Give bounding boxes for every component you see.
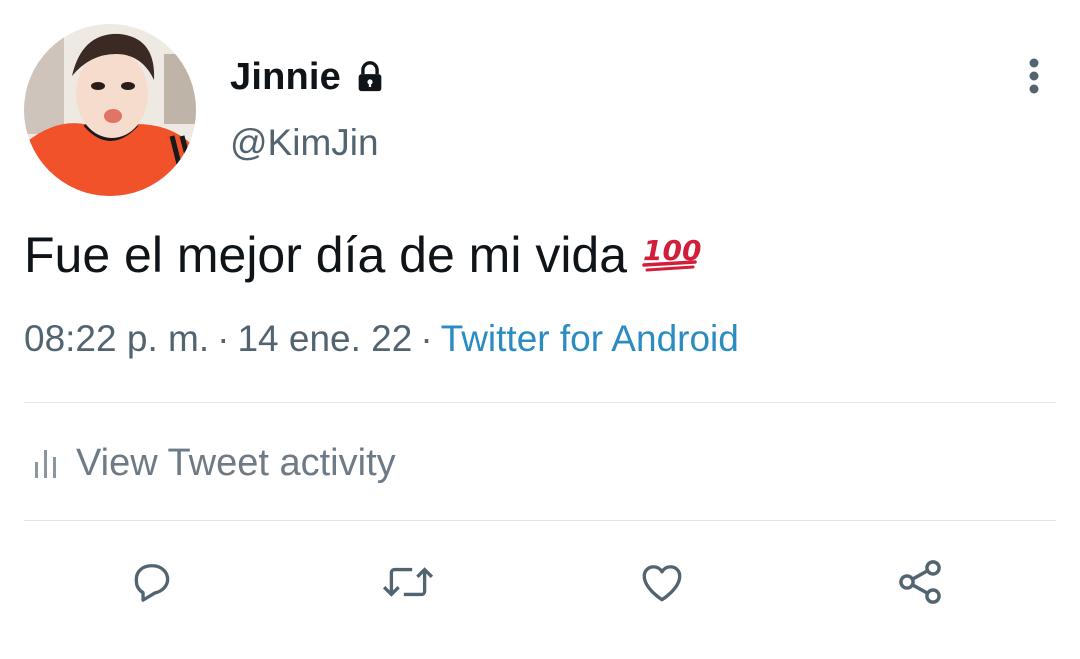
- tweet-source-link[interactable]: Twitter for Android: [441, 318, 739, 360]
- divider: [24, 520, 1056, 521]
- tweet-text-content: Fue el mejor día de mi vida: [24, 227, 628, 283]
- tweet-date: 14 ene. 22: [237, 318, 413, 359]
- meta-separator: ·: [217, 318, 230, 359]
- tweet-meta: 08:22 p. m. · 14 ene. 22 · Twitter for A…: [24, 318, 739, 360]
- more-vertical-icon: [1029, 58, 1039, 94]
- meta-separator: ·: [420, 318, 433, 359]
- tweet-time: 08:22 p. m.: [24, 318, 210, 359]
- view-tweet-activity-label: View Tweet activity: [76, 441, 396, 484]
- share-icon: [899, 560, 941, 604]
- more-options-button[interactable]: [1010, 52, 1058, 100]
- tweet-detail: Jinnie @KimJin Fue el mejor día de mi vi…: [0, 0, 1080, 659]
- analytics-icon: [35, 450, 56, 478]
- reply-icon: [134, 564, 170, 602]
- like-button[interactable]: [634, 554, 690, 610]
- heart-icon: [642, 565, 682, 602]
- author-name-row: Jinnie: [230, 52, 387, 102]
- hundred-points-emoji: 100: [641, 226, 702, 284]
- avatar-image: [24, 24, 196, 196]
- avatar[interactable]: [24, 24, 196, 196]
- reply-button[interactable]: [124, 554, 180, 610]
- view-tweet-activity-button[interactable]: View Tweet activity: [34, 436, 396, 490]
- author-display-name[interactable]: Jinnie: [230, 56, 341, 99]
- author-handle[interactable]: @KimJin: [230, 122, 379, 164]
- divider: [24, 402, 1056, 403]
- tweet-text: Fue el mejor día de mi vida 100: [24, 226, 702, 284]
- lock-icon: [353, 60, 387, 94]
- retweet-icon: [382, 567, 434, 597]
- share-button[interactable]: [892, 554, 948, 610]
- retweet-button[interactable]: [380, 554, 436, 610]
